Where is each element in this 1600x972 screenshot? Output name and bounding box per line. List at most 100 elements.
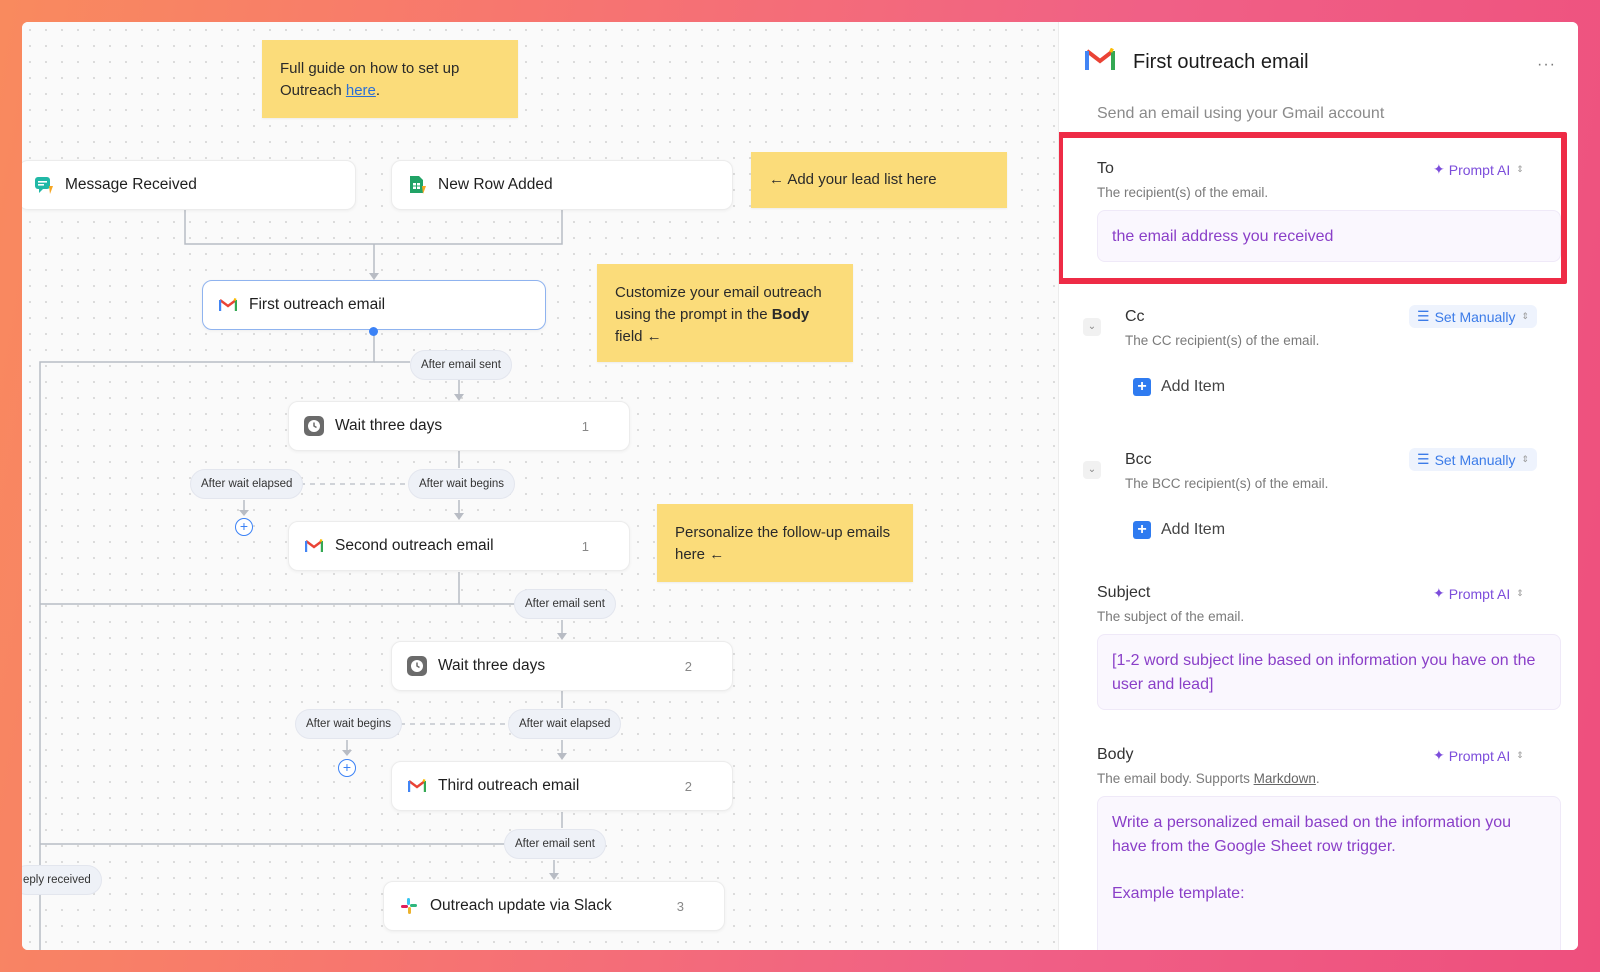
output-handle[interactable] (369, 327, 378, 336)
body-desc-text: The email body. Supports (1097, 771, 1254, 786)
sticky-note-guide: Full guide on how to set up Outreach her… (262, 40, 518, 118)
sticky-note-lead-list: ← Add your lead list here (751, 152, 1007, 208)
markdown-link[interactable]: Markdown (1254, 771, 1316, 786)
sticky-customize-after: field ← (615, 328, 662, 345)
workflow-canvas[interactable]: Full guide on how to set up Outreach her… (22, 22, 1058, 950)
gmail-icon (303, 535, 325, 557)
highlight-box (1059, 132, 1567, 284)
mode-label: Set Manually (1434, 308, 1516, 325)
node-outreach-update-slack[interactable]: Outreach update via Slack 3 (383, 881, 725, 931)
add-step-button[interactable]: + (338, 759, 356, 777)
node-count: 2 (684, 778, 692, 794)
add-item-label: Add Item (1161, 378, 1226, 395)
cc-description: The CC recipient(s) of the email. (1125, 333, 1320, 348)
panel-subtitle: Send an email using your Gmail account (1097, 105, 1385, 122)
slack-icon (398, 895, 420, 917)
node-first-outreach-email[interactable]: First outreach email (202, 280, 546, 330)
edge-after-email-sent[interactable]: After email sent (504, 829, 606, 859)
plus-icon: + (1133, 378, 1151, 396)
pill-label: After wait begins (419, 478, 505, 490)
trigger-message-received[interactable]: Message Received (22, 160, 356, 210)
chat-trigger-icon (33, 174, 55, 196)
bcc-collapse-chevron-icon[interactable]: ⌄ (1083, 461, 1101, 479)
pill-label: After email sent (525, 598, 605, 610)
cc-label: Cc (1125, 308, 1145, 325)
node-label: New Row Added (438, 176, 553, 193)
app-window: Full guide on how to set up Outreach her… (22, 22, 1578, 950)
bcc-label: Bcc (1125, 451, 1152, 468)
node-label: Wait three days (438, 657, 546, 674)
guide-link[interactable]: here (346, 82, 376, 99)
subject-description: The subject of the email. (1097, 609, 1245, 624)
sticky-customize-bold: Body (771, 306, 810, 323)
edge-after-email-sent[interactable]: After email sent (514, 589, 616, 619)
gmail-icon (406, 775, 428, 797)
sticky-note-personalize: Personalize the follow-up emails here ← (657, 504, 913, 582)
edge-after-email-sent[interactable]: After email sent (410, 350, 512, 380)
mode-label: Set Manually (1434, 451, 1516, 468)
sparkle-icon: ✦ (1433, 585, 1445, 601)
body-desc-period: . (1315, 771, 1320, 786)
mode-label: Prompt AI (1448, 585, 1511, 602)
node-count: 2 (684, 658, 692, 674)
edge-reply-received[interactable]: eply received (22, 865, 102, 895)
node-label: Wait three days (335, 417, 443, 434)
updown-chevron-icon: ⇕ (1521, 311, 1530, 321)
edge-after-wait-elapsed[interactable]: After wait elapsed (508, 709, 622, 739)
pill-label: After email sent (421, 359, 501, 371)
node-label: Third outreach email (438, 777, 580, 794)
node-label: Message Received (65, 176, 197, 193)
subject-label: Subject (1097, 584, 1151, 601)
node-second-outreach-email[interactable]: Second outreach email 1 (288, 521, 630, 571)
sticky-guide-period: . (375, 82, 381, 99)
mode-label: Prompt AI (1448, 747, 1511, 764)
node-third-outreach-email[interactable]: Third outreach email 2 (391, 761, 733, 811)
subject-mode-select[interactable]: ✦ Prompt AI ⇕ (1425, 582, 1532, 605)
more-options-icon[interactable]: ··· (1537, 56, 1556, 74)
step-config-panel: First outreach email ··· Send an email u… (1058, 22, 1578, 950)
list-icon: ☰ (1417, 451, 1430, 467)
node-label: Second outreach email (335, 537, 494, 554)
subject-value: [1-2 word subject line based on informat… (1112, 652, 1536, 693)
edge-after-wait-begins[interactable]: After wait begins (408, 469, 516, 499)
plus-icon: + (1133, 521, 1151, 539)
pill-label: After wait elapsed (201, 478, 293, 490)
node-count: 1 (581, 538, 589, 554)
bcc-add-item-button[interactable]: + Add Item (1133, 521, 1225, 539)
cc-collapse-chevron-icon[interactable]: ⌄ (1083, 318, 1101, 336)
subject-prompt-field[interactable]: [1-2 word subject line based on informat… (1097, 634, 1561, 710)
bcc-description: The BCC recipient(s) of the email. (1125, 476, 1329, 491)
edge-after-wait-begins[interactable]: After wait begins (295, 709, 403, 739)
edge-after-wait-elapsed[interactable]: After wait elapsed (190, 469, 304, 499)
clock-icon (303, 415, 325, 437)
body-value-line: Write a personalized email based on the … (1112, 814, 1512, 855)
node-label: First outreach email (249, 296, 386, 313)
body-label: Body (1097, 746, 1134, 763)
trigger-new-row-added[interactable]: New Row Added (391, 160, 733, 210)
cc-mode-select[interactable]: ☰ Set Manually ⇕ (1409, 305, 1538, 328)
pill-label: eply received (23, 874, 91, 886)
pill-label: After email sent (515, 838, 595, 850)
cc-add-item-button[interactable]: + Add Item (1133, 378, 1225, 396)
clock-icon (406, 655, 428, 677)
body-value-line: Example template: (1112, 885, 1245, 902)
gmail-logo-icon (1085, 47, 1115, 77)
bcc-mode-select[interactable]: ☰ Set Manually ⇕ (1409, 448, 1538, 471)
pill-label: After wait begins (306, 718, 392, 730)
body-mode-select[interactable]: ✦ Prompt AI ⇕ (1425, 744, 1532, 767)
panel-title: First outreach email (1133, 51, 1309, 73)
node-wait-three-days-2[interactable]: Wait three days 2 (391, 641, 733, 691)
node-wait-three-days-1[interactable]: Wait three days 1 (288, 401, 630, 451)
body-description: The email body. Supports Markdown. (1097, 771, 1320, 786)
node-count: 3 (676, 898, 684, 914)
body-prompt-field[interactable]: Write a personalized email based on the … (1097, 796, 1561, 950)
pill-label: After wait elapsed (519, 718, 611, 730)
add-step-button[interactable]: + (235, 518, 253, 536)
list-icon: ☰ (1417, 308, 1430, 324)
google-sheets-icon (406, 174, 428, 196)
sticky-note-customize: Customize your email outreach using the … (597, 264, 853, 362)
updown-chevron-icon: ⇕ (1521, 454, 1530, 464)
add-item-label: Add Item (1161, 521, 1226, 538)
sticky-personalize-text: Personalize the follow-up emails here ← (675, 524, 891, 563)
sparkle-icon: ✦ (1433, 747, 1445, 763)
